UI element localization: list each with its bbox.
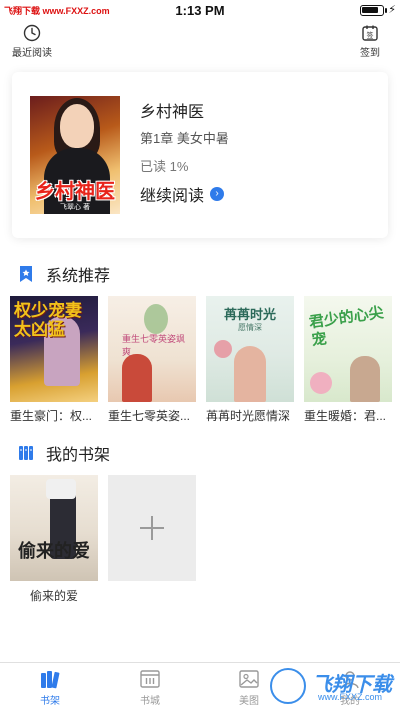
checkin-button[interactable]: 签 签到 <box>356 24 384 59</box>
watermark-url: www.FXXZ.com <box>318 692 383 702</box>
recommend-book-4[interactable]: 君少的心尖宠 重生暖婚：君... <box>304 296 392 424</box>
current-book-title: 乡村神医 <box>140 104 205 121</box>
shelf-book-1[interactable]: 偷来的爱 偷来的爱 <box>10 475 98 604</box>
recommend-book-2[interactable]: 重生七零英姿飒爽 重生七零英姿... <box>108 296 196 424</box>
image-icon <box>239 670 259 688</box>
charging-icon: ⚡ <box>388 4 396 16</box>
add-book-button[interactable] <box>108 475 196 581</box>
recommend-cover-text-4: 君少的心尖宠 <box>307 303 385 350</box>
recent-reading-button[interactable]: 最近阅读 <box>10 24 54 59</box>
recommend-title-2: 重生七零英姿... <box>108 409 191 423</box>
recent-reading-label: 最近阅读 <box>12 48 52 59</box>
bookstore-icon <box>140 670 160 688</box>
battery-icon <box>360 5 387 16</box>
status-time: 1:13 PM <box>175 3 225 18</box>
svg-text:签: 签 <box>367 31 374 40</box>
recommend-cover-sub-3: 愿情深 <box>238 323 262 332</box>
shelf-title-1: 偷来的爱 <box>29 589 78 603</box>
current-book-chapter: 第1章 美女中暑 <box>140 131 229 146</box>
shelf-cover-text-1: 偷来的爱 <box>18 541 90 562</box>
tab-bookshelf[interactable]: 书架 <box>20 669 80 707</box>
recommend-heading: 系统推荐 <box>18 262 110 286</box>
shelf-cover-1: 偷来的爱 <box>10 475 98 581</box>
books-icon <box>41 671 60 689</box>
bookshelf-heading-label: 我的书架 <box>46 447 111 464</box>
recommend-list: 权少宠妻太凶猛 重生豪门：权... 重生七零英姿飒爽 重生七零英姿... 苒苒时… <box>10 296 394 426</box>
recommend-title-3: 苒苒时光愿情深 <box>206 409 291 423</box>
current-book-card[interactable]: 乡村神医 飞翠心 著 乡村神医 第1章 美女中暑 已读 1% 继续阅读 › <box>12 72 388 238</box>
recommend-book-3[interactable]: 苒苒时光 愿情深 苒苒时光愿情深 <box>206 296 294 424</box>
recommend-cover-4: 君少的心尖宠 <box>304 296 392 402</box>
recommend-cover-text-2: 重生七零英姿飒爽 <box>122 335 186 358</box>
calendar-icon: 签 <box>362 25 378 41</box>
recommend-book-1[interactable]: 权少宠妻太凶猛 重生豪门：权... <box>10 296 98 424</box>
cover-author-art: 飞翠心 著 <box>60 204 90 211</box>
bookshelf-icon <box>19 446 33 460</box>
checkin-label: 签到 <box>360 48 380 59</box>
tab-bookstore[interactable]: 书城 <box>120 669 180 707</box>
bookshelf-list: 偷来的爱 偷来的爱 <box>10 475 394 605</box>
current-book-cover[interactable]: 乡村神医 飞翠心 著 <box>30 96 120 214</box>
watermark-logo: 飞翔下载 www.FXXZ.com <box>266 664 394 708</box>
recommend-cover-text-3: 苒苒时光 <box>223 308 276 323</box>
cover-title-art: 乡村神医 <box>35 179 115 203</box>
continue-reading-label: 继续阅读 <box>140 188 205 205</box>
recommend-cover-2: 重生七零英姿飒爽 <box>108 296 196 402</box>
bookshelf-heading: 我的书架 <box>18 441 110 465</box>
tab-bookstore-label: 书城 <box>140 696 160 707</box>
battery-fill <box>362 7 379 13</box>
tab-gallery-label: 美图 <box>239 696 259 707</box>
recommend-title-4: 重生暖婚：君... <box>304 409 387 423</box>
bookmark-star-icon <box>20 266 32 282</box>
arrow-right-icon: › <box>210 187 225 201</box>
recommend-title-1: 重生豪门：权... <box>10 409 93 423</box>
clock-icon <box>23 24 41 42</box>
continue-reading-button[interactable]: 继续阅读 › <box>140 182 225 206</box>
watermark-circle-icon <box>270 668 306 704</box>
recommend-cover-3: 苒苒时光 愿情深 <box>206 296 294 402</box>
status-bar: 飞翔下载 www.FXXZ.com 1:13 PM ⚡ <box>0 0 400 20</box>
recommend-heading-label: 系统推荐 <box>46 268 111 285</box>
tab-bookshelf-label: 书架 <box>40 696 60 707</box>
current-book-progress: 已读 1% <box>140 159 189 174</box>
recommend-cover-1: 权少宠妻太凶猛 <box>10 296 98 402</box>
top-bar: 最近阅读 签 签到 <box>0 22 400 59</box>
recommend-cover-text-1: 权少宠妻太凶猛 <box>14 301 82 340</box>
